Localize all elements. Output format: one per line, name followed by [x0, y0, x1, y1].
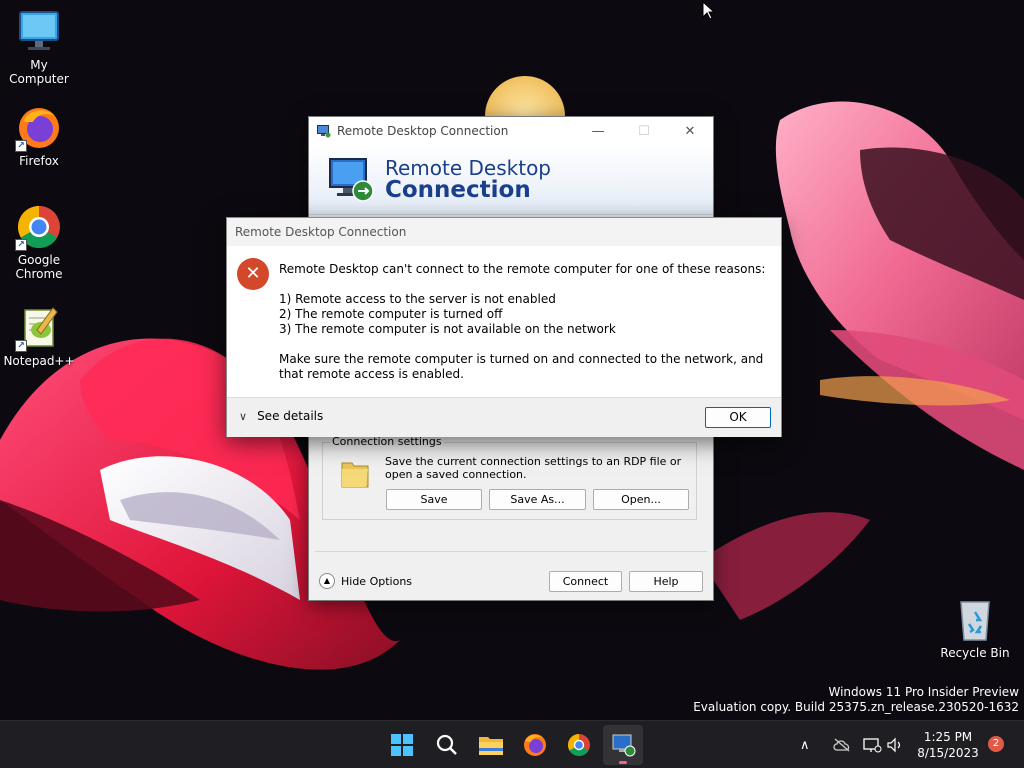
chevron-up-icon: ▲: [319, 573, 335, 589]
see-details-label: See details: [257, 409, 324, 423]
taskbar: ∧ 1:25 PM 8/15/2023: [0, 720, 1024, 768]
ok-button[interactable]: OK: [705, 407, 771, 428]
save-as-button[interactable]: Save As...: [489, 489, 586, 510]
network-icon: [863, 738, 882, 753]
remote-desktop-icon: [612, 734, 636, 757]
desktop-icon-label: Notepad++: [3, 354, 75, 368]
clock-date: 8/15/2023: [917, 746, 979, 760]
desktop-icon-notepad-plus-plus[interactable]: ↗ Notepad++: [1, 304, 77, 368]
taskbar-chrome[interactable]: [559, 725, 599, 765]
firefox-icon: ↗: [15, 104, 63, 152]
folder-icon: [341, 462, 369, 488]
taskbar-firefox[interactable]: [515, 725, 555, 765]
rdp-title-bar[interactable]: Remote Desktop Connection — ☐ ✕: [309, 117, 713, 145]
my-computer-icon: [15, 8, 63, 56]
error-reasons-list: 1) Remote access to the server is not en…: [279, 292, 775, 337]
shortcut-arrow-icon: ↗: [15, 239, 27, 251]
taskbar-remote-desktop[interactable]: [603, 725, 643, 765]
close-button[interactable]: ✕: [667, 117, 713, 145]
error-reason: 2) The remote computer is turned off: [279, 307, 503, 321]
clock-time: 1:25 PM: [923, 730, 973, 744]
error-reason: 1) Remote access to the server is not en…: [279, 292, 556, 306]
onedrive-tray-button[interactable]: [832, 721, 852, 768]
desktop-icon-label: Firefox: [19, 154, 59, 168]
maximize-button: ☐: [621, 117, 667, 145]
chrome-icon: ↗: [15, 203, 63, 251]
desktop-icon-label: My Computer: [9, 58, 69, 86]
chrome-icon: [568, 734, 590, 756]
taskbar-clock[interactable]: 1:25 PM 8/15/2023: [910, 729, 986, 761]
error-dialog-title[interactable]: Remote Desktop Connection: [227, 218, 781, 246]
banner-title-line2: Connection: [385, 177, 531, 203]
remote-desktop-app-icon: [317, 124, 331, 137]
desktop-icon-label: Google Chrome: [15, 253, 63, 281]
file-explorer-icon: [479, 737, 503, 755]
desktop-icon-recycle-bin[interactable]: Recycle Bin: [937, 596, 1013, 660]
recycle-bin-icon: [951, 596, 999, 644]
watermark-edition: Windows 11 Pro Insider Preview: [828, 685, 1019, 699]
error-message-body: Remote Desktop can't connect to the remo…: [279, 262, 775, 382]
desktop-icon-label: Recycle Bin: [940, 646, 1010, 660]
watermark-build: Evaluation copy. Build 25375.zn_release.…: [693, 700, 1019, 714]
error-message: Remote Desktop can't connect to the remo…: [279, 262, 766, 276]
desktop-icon-google-chrome[interactable]: ↗ Google Chrome: [1, 203, 77, 281]
chevron-up-icon: ∧: [800, 737, 810, 753]
rdp-banner: Remote Desktop Connection: [309, 145, 713, 215]
error-reason: 3) The remote computer is not available …: [279, 322, 616, 336]
desktop-icon-my-computer[interactable]: My Computer: [1, 8, 77, 86]
cloud-offline-icon: [833, 738, 850, 752]
see-details-toggle[interactable]: ∨ See details: [239, 409, 323, 423]
remote-desktop-banner-icon: [329, 158, 374, 202]
taskbar-search-button[interactable]: [427, 725, 467, 765]
minimize-icon: —: [591, 123, 605, 139]
minimize-button[interactable]: —: [575, 117, 621, 145]
desktop-icon-firefox[interactable]: ↗ Firefox: [1, 104, 77, 168]
error-dialog-footer: ∨ See details OK: [227, 397, 781, 437]
shortcut-arrow-icon: ↗: [15, 340, 27, 352]
search-icon: [436, 734, 457, 755]
windows-evaluation-watermark: Windows 11 Pro Insider Preview Evaluatio…: [693, 685, 1019, 715]
error-icon: ✕: [237, 258, 269, 290]
connection-error-dialog: Remote Desktop Connection ✕ Remote Deskt…: [226, 217, 782, 437]
hide-options-label: Hide Options: [341, 574, 413, 588]
volume-icon: [887, 737, 901, 753]
maximize-icon: ☐: [638, 123, 650, 139]
error-advice: Make sure the remote computer is turned …: [279, 352, 764, 381]
connection-settings-description: Save the current connection settings to …: [385, 455, 682, 481]
notification-badge[interactable]: 2: [988, 736, 1004, 752]
taskbar-file-explorer[interactable]: [471, 725, 511, 765]
divider: [315, 551, 707, 552]
shortcut-arrow-icon: ↗: [15, 140, 27, 152]
windows-start-icon: [391, 734, 413, 756]
start-button[interactable]: [382, 725, 422, 765]
connection-settings-group: Connection settings Save the current con…: [322, 435, 697, 520]
help-button[interactable]: Help: [629, 571, 703, 592]
chevron-down-icon: ∨: [239, 409, 248, 423]
show-hidden-icons-button[interactable]: ∧: [800, 721, 810, 768]
rdp-window-title: Remote Desktop Connection: [337, 124, 509, 138]
mouse-cursor-icon: [702, 1, 716, 20]
firefox-icon: [524, 734, 546, 756]
save-button[interactable]: Save: [386, 489, 482, 510]
connect-button[interactable]: Connect: [549, 571, 622, 592]
network-tray-button[interactable]: [862, 721, 882, 768]
active-app-indicator: [619, 761, 627, 764]
open-button[interactable]: Open...: [593, 489, 689, 510]
hide-options-toggle[interactable]: ▲ Hide Options: [319, 573, 412, 589]
close-icon: ✕: [684, 123, 696, 139]
volume-tray-button[interactable]: [886, 721, 904, 768]
notepad-plus-plus-icon: ↗: [15, 304, 63, 352]
